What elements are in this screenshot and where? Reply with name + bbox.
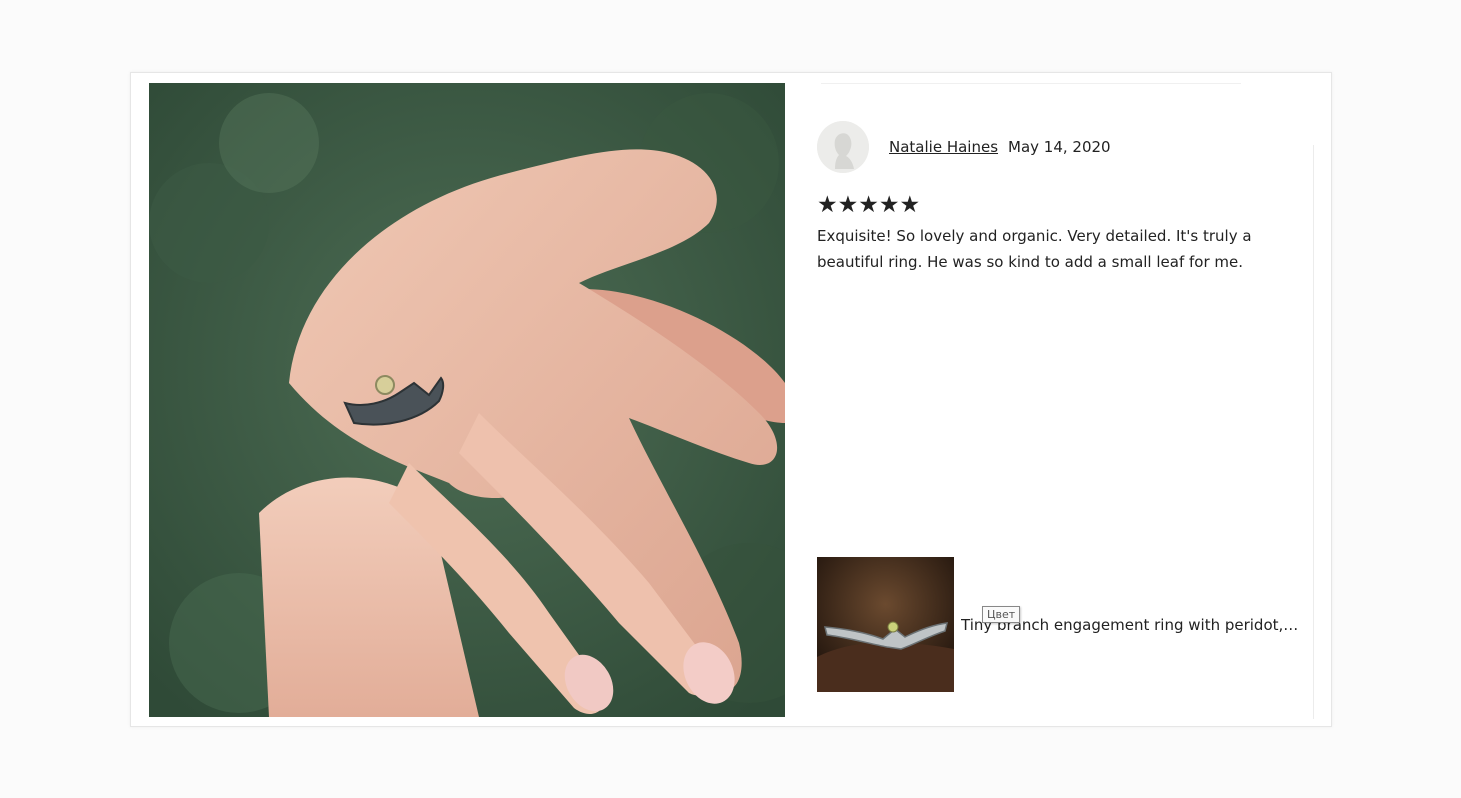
top-divider [821,83,1241,84]
reviewer-row: Natalie Haines May 14, 2020 [817,121,1287,173]
review-card: Natalie Haines May 14, 2020 ★★★★★ Exquis… [130,72,1332,727]
tooltip: Цвет [982,606,1021,623]
product-link[interactable]: Tiny branch engagement ring with peridot… [817,557,1301,692]
product-thumbnail[interactable] [817,557,954,692]
review-photo[interactable] [149,83,785,717]
right-divider [1313,145,1314,719]
review-content: Natalie Haines May 14, 2020 ★★★★★ Exquis… [817,121,1287,275]
review-text: Exquisite! So lovely and organic. Very d… [817,227,1252,271]
review-date: May 14, 2020 [1008,138,1111,156]
user-silhouette-icon [817,121,869,173]
hand-with-ring-image [149,83,785,717]
reviewer-name-link[interactable]: Natalie Haines [889,138,998,156]
star-rating: ★★★★★ [817,192,921,218]
